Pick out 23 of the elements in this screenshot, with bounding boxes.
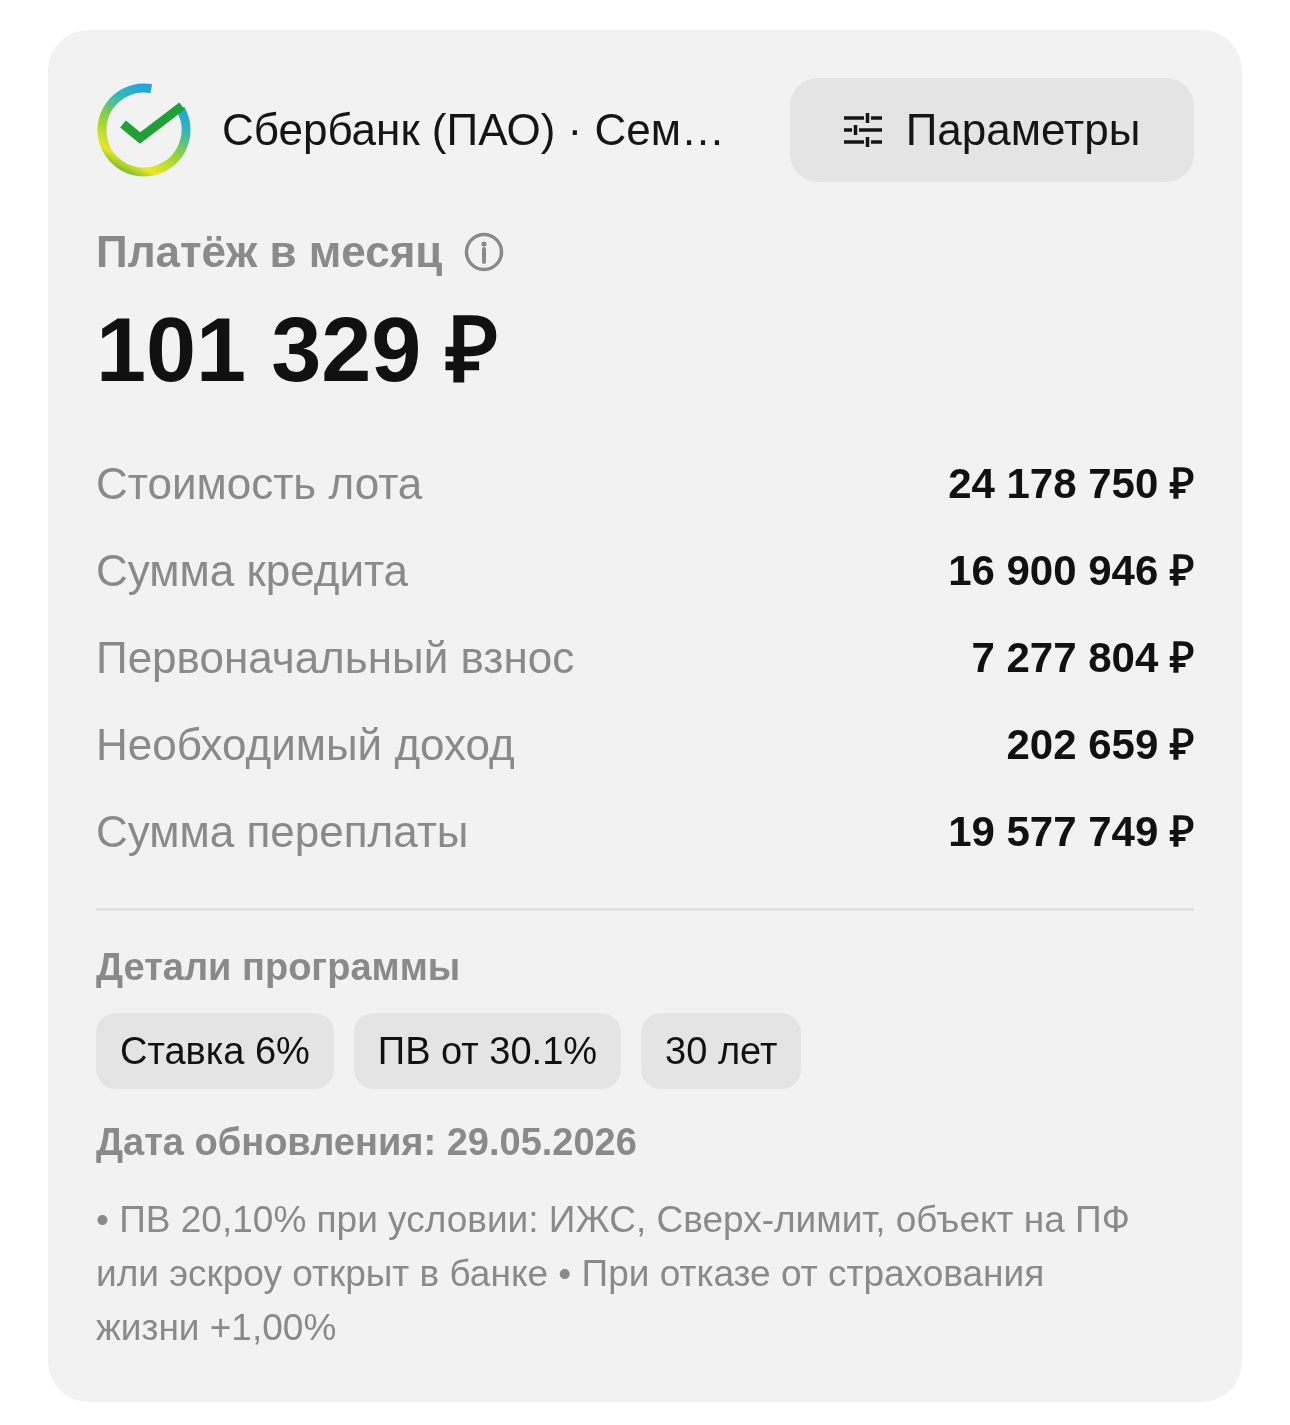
update-date: Дата обновления: 29.05.2026: [96, 1120, 637, 1165]
program-tag: 30 лет: [641, 1013, 802, 1089]
program-tag: ПВ от 30.1%: [353, 1013, 622, 1089]
summary-label: Необходимый доход: [96, 718, 515, 771]
summary-value: 24 178 750 ₽: [948, 458, 1194, 509]
checkmark-ring-logo-icon: [96, 82, 192, 178]
conditions-note: • ПВ 20,10% при условии: ИЖС, Сверх-лимит, объект на ПФ или эскроу открыт в банке • При отказе от страхования жизни +1,00%: [96, 1198, 1131, 1350]
summary-value: 19 577 749 ₽: [948, 806, 1194, 857]
summary-label: Первоначальный взнос: [96, 631, 575, 684]
sliders-icon: [843, 113, 882, 147]
summary-value: 16 900 946 ₽: [948, 545, 1194, 596]
summary-label: Сумма переплаты: [96, 805, 469, 858]
summary-label: Сумма кредита: [96, 544, 409, 597]
monthly-payment-amount: 101 329 ₽: [96, 299, 499, 402]
summary-value: 7 277 804 ₽: [971, 632, 1194, 683]
program-details-title: Детали программы: [96, 945, 461, 990]
program-tag: Ставка 6%: [96, 1013, 334, 1089]
payment-label: Платёж в месяц: [96, 226, 443, 278]
summary-value: 202 659 ₽: [1006, 719, 1194, 770]
parameters-button[interactable]: Параметры: [790, 78, 1194, 182]
summary-label: Стоимость лота: [96, 457, 423, 510]
info-icon[interactable]: [464, 232, 505, 272]
bank-name: Сбербанк (ПАО) · Сем…: [222, 104, 725, 156]
